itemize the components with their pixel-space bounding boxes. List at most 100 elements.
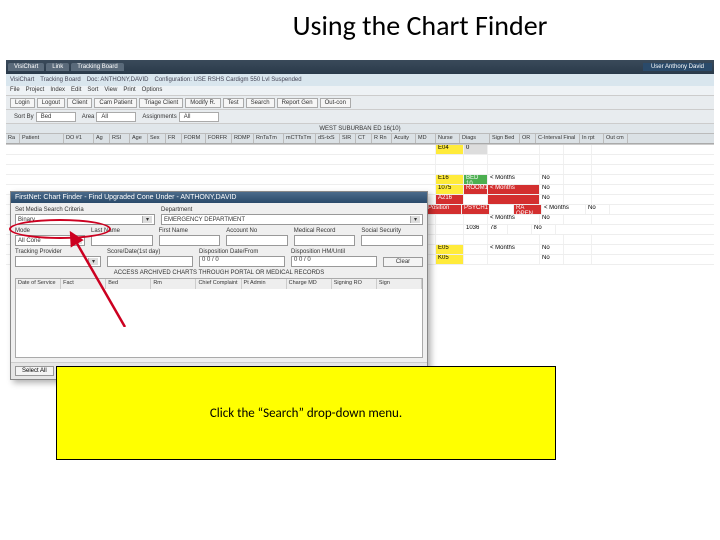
grid-col-header[interactable]: Sign Bed <box>490 134 520 143</box>
table-row[interactable] <box>6 155 714 165</box>
table-row[interactable]: E16BED 10< MonthsNo <box>6 175 714 185</box>
chevron-down-icon: ▾ <box>142 216 152 223</box>
search-criteria-label: Set Media Search Criteria <box>15 207 155 213</box>
lastname-label: Last Name <box>91 228 153 234</box>
firstname-input[interactable] <box>159 235 221 246</box>
sheet-title: WEST SUBURBAN ED 16(10) <box>6 124 714 134</box>
instruction-text: Click the “Search” drop-down menu. <box>210 406 402 421</box>
chevron-down-icon: ▾ <box>88 258 98 265</box>
tracking-dropdown[interactable]: ▾ <box>15 256 101 267</box>
mode-dropdown[interactable]: All Cone▾ <box>15 235 85 246</box>
grid-col-header[interactable]: Acuity <box>392 134 416 143</box>
results-col-header[interactable]: Charge MD <box>287 279 332 289</box>
department-label: Department <box>161 207 423 213</box>
dialog-title: FirstNet: Chart Finder - Find Upgraded C… <box>11 192 427 203</box>
grid-col-header[interactable]: Ra <box>6 134 20 143</box>
test-button[interactable]: Test <box>223 98 244 108</box>
menu-index[interactable]: Index <box>50 87 65 94</box>
ssn-input[interactable] <box>361 235 423 246</box>
archive-note: ACCESS ARCHIVED CHARTS THROUGH PORTAL OR… <box>15 270 423 276</box>
firstname-label: First Name <box>159 228 221 234</box>
menu-view[interactable]: View <box>104 87 117 94</box>
grid-col-header[interactable]: In rpt <box>580 134 604 143</box>
grid-col-header[interactable]: RDMP <box>232 134 254 143</box>
grid-col-header[interactable]: SIR <box>340 134 356 143</box>
score-date-input[interactable] <box>107 256 193 267</box>
sortby-label: Sort By <box>14 114 34 120</box>
grid-col-header[interactable]: FR <box>166 134 182 143</box>
grid-col-header[interactable]: FORFR <box>206 134 232 143</box>
grid-col-header[interactable]: RSI <box>110 134 130 143</box>
modify-button[interactable]: Modify R. <box>185 98 220 108</box>
search-button[interactable]: Search <box>246 98 275 108</box>
results-col-header[interactable]: Signing RO <box>332 279 377 289</box>
crumb-board: Tracking Board <box>40 77 80 83</box>
results-col-header[interactable]: Fact <box>61 279 106 289</box>
menu-sort[interactable]: Sort <box>87 87 98 94</box>
reportgen-button[interactable]: Report Gen <box>277 98 318 108</box>
ssn-label: Social Security <box>361 228 423 234</box>
disp-until-input[interactable]: 0 0 / 0 <box>291 256 377 267</box>
grid-col-header[interactable]: RnTaTm <box>254 134 284 143</box>
menu-options[interactable]: Options <box>142 87 163 94</box>
results-col-header[interactable]: Rm <box>151 279 196 289</box>
grid-col-header[interactable]: Nurse <box>436 134 460 143</box>
disp-until-label: Disposition HM/Until <box>291 249 377 255</box>
mode-label: Mode <box>15 228 85 234</box>
table-row[interactable]: E040 <box>6 145 714 155</box>
department-dropdown[interactable]: EMERGENCY DEPARTMENT ▾ <box>161 214 423 225</box>
disp-from-input[interactable]: 0 0 / 0 <box>199 256 285 267</box>
table-row[interactable] <box>6 165 714 175</box>
menu-bar: File Project Index Edit Sort View Print … <box>6 86 714 96</box>
disp-from-label: Disposition Date/From <box>199 249 285 255</box>
results-col-header[interactable]: Bed <box>106 279 151 289</box>
menu-print[interactable]: Print <box>123 87 135 94</box>
results-col-header[interactable]: Chief Complaint <box>196 279 241 289</box>
menu-project[interactable]: Project <box>26 87 45 94</box>
filter-row: Sort By Bed Area All Assignments All <box>6 110 714 124</box>
grid-col-header[interactable]: dS-txS <box>316 134 340 143</box>
logout-button[interactable]: Logout <box>37 98 65 108</box>
grid-col-header[interactable]: CT <box>356 134 372 143</box>
grid-col-header[interactable]: Ag <box>94 134 110 143</box>
menu-edit[interactable]: Edit <box>71 87 81 94</box>
grid-header: RaPatientDO #1AgRSIAgeSexFRFORMFORFRRDMP… <box>6 134 714 144</box>
department-value: EMERGENCY DEPARTMENT <box>164 217 245 223</box>
grid-col-header[interactable]: Out cm <box>604 134 628 143</box>
results-col-header[interactable]: Date of Service <box>16 279 61 289</box>
area-label: Area <box>82 114 95 120</box>
triage-client-button[interactable]: Triage Client <box>139 98 183 108</box>
search-dropdown[interactable]: Binary ▾ <box>15 214 155 225</box>
grid-col-header[interactable]: DO #1 <box>64 134 94 143</box>
lastname-input[interactable] <box>91 235 153 246</box>
grid-body: E040 E16BED 10< MonthsNo 1075ROOM11< Mon… <box>6 144 714 404</box>
tab-visichart[interactable]: VisiChart <box>8 63 44 71</box>
grid-col-header[interactable]: Diags <box>460 134 490 143</box>
grid-col-header[interactable]: OR <box>520 134 536 143</box>
client-button[interactable]: Client <box>67 98 92 108</box>
menu-file[interactable]: File <box>10 87 20 94</box>
grid-col-header[interactable]: mCTTsTm <box>284 134 316 143</box>
cam-patient-button[interactable]: Cam Patient <box>94 98 137 108</box>
grid-col-header[interactable]: MD <box>416 134 436 143</box>
assignments-select[interactable]: All <box>179 112 219 122</box>
clear-button[interactable]: Clear <box>383 257 423 267</box>
results-col-header[interactable]: Sign <box>377 279 422 289</box>
results-col-header[interactable]: Pt Admin <box>242 279 287 289</box>
sortby-select[interactable]: Bed <box>36 112 76 122</box>
grid-col-header[interactable]: Sex <box>148 134 166 143</box>
login-button[interactable]: Login <box>10 98 35 108</box>
account-input[interactable] <box>226 235 288 246</box>
tab-link[interactable]: Link <box>46 63 69 71</box>
chevron-down-icon: ▾ <box>72 237 82 244</box>
mrn-input[interactable] <box>294 235 356 246</box>
tab-tracking-board[interactable]: Tracking Board <box>71 63 123 71</box>
grid-col-header[interactable]: R Rn <box>372 134 392 143</box>
outcon-button[interactable]: Out-con <box>320 98 351 108</box>
grid-col-header[interactable]: Patient <box>20 134 64 143</box>
select-all-button[interactable]: Select All <box>15 366 54 376</box>
grid-col-header[interactable]: C-Interval Final <box>536 134 580 143</box>
area-select[interactable]: All <box>96 112 136 122</box>
grid-col-header[interactable]: FORM <box>182 134 206 143</box>
grid-col-header[interactable]: Age <box>130 134 148 143</box>
